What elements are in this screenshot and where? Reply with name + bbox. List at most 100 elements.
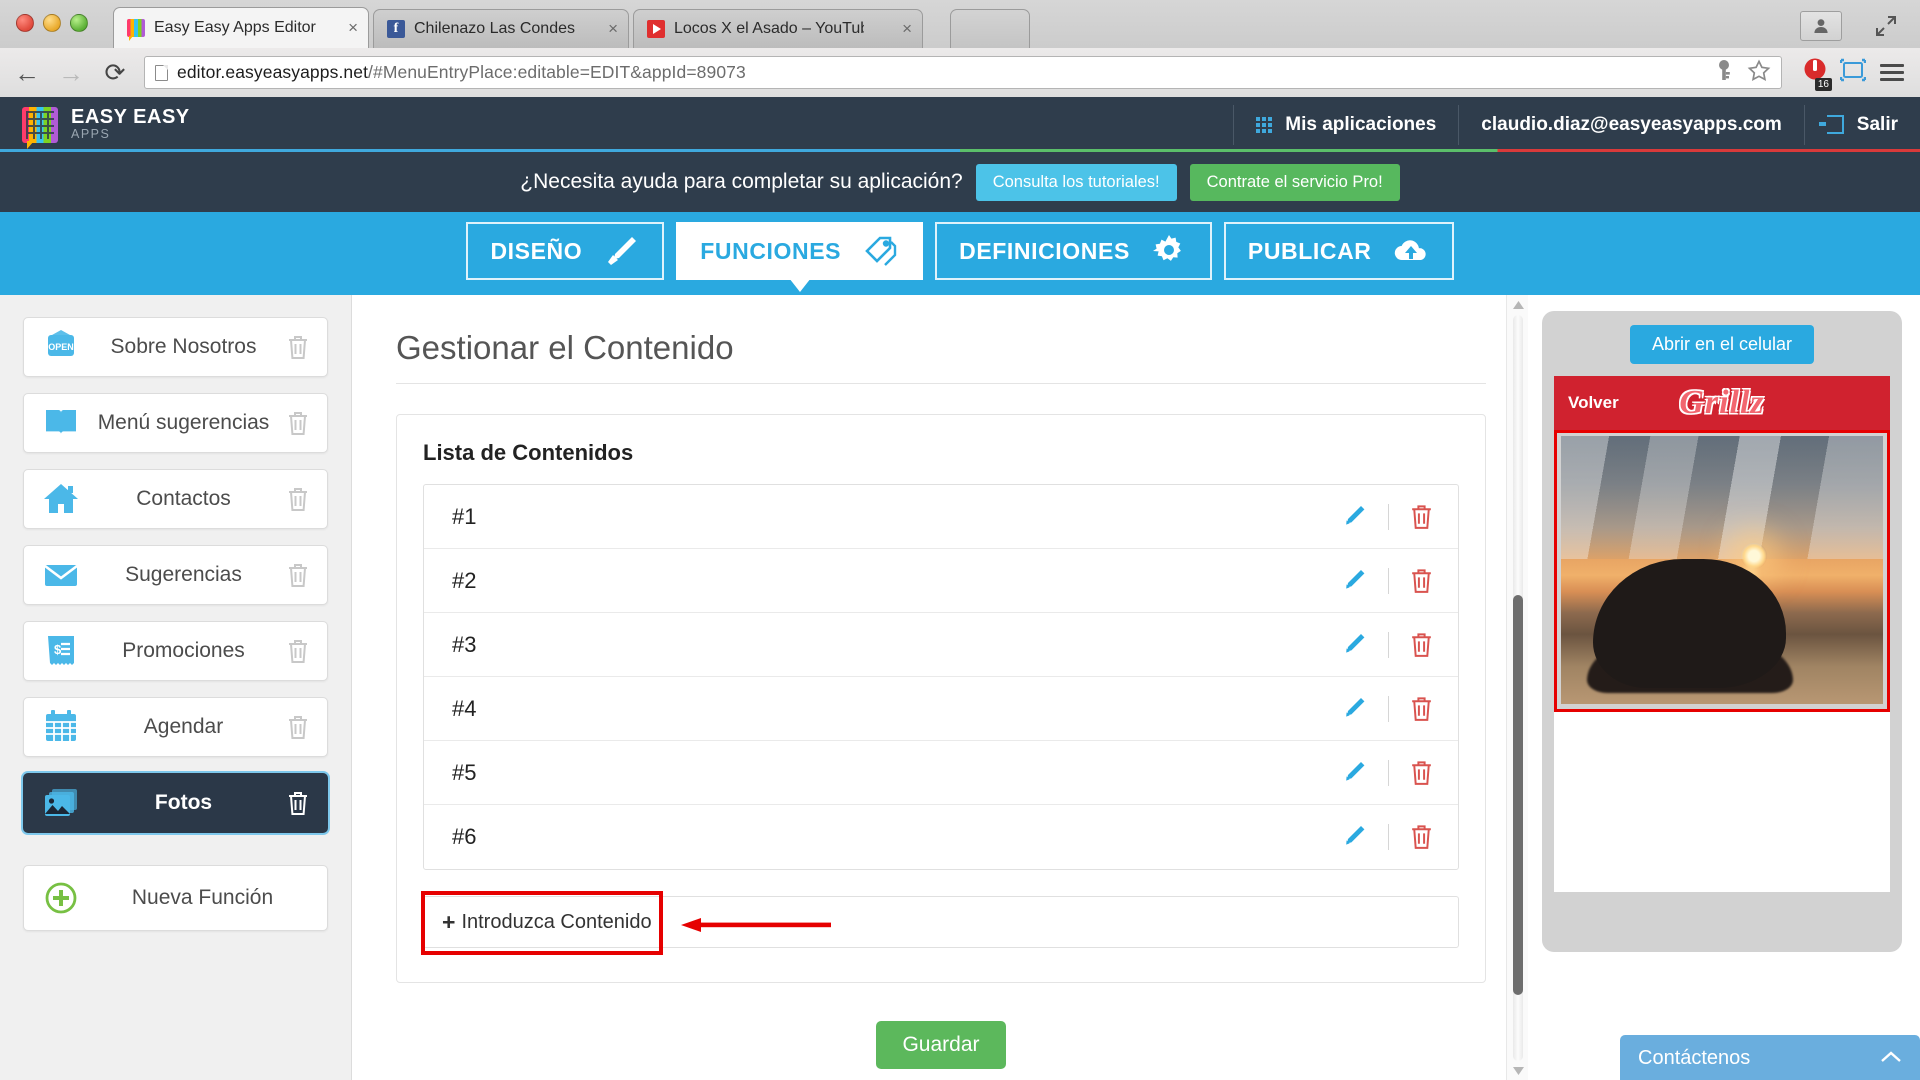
sidebar-item-promociones[interactable]: $ Promociones: [23, 621, 328, 681]
browser-tab-2[interactable]: f Chilenazo Las Condes ×: [373, 9, 629, 48]
divider: [1388, 759, 1389, 786]
sidebar-item-label: Fotos: [154, 791, 213, 814]
table-row[interactable]: #5: [424, 741, 1458, 805]
table-row[interactable]: #6: [424, 805, 1458, 869]
delete-icon[interactable]: [1409, 823, 1434, 851]
row-label: #3: [452, 631, 477, 657]
minimize-window-button[interactable]: [43, 14, 61, 32]
sidebar-item-label: Sugerencias: [125, 563, 242, 586]
row-label: #5: [452, 759, 477, 785]
browser-tabstrip: Easy Easy Apps Editor × f Chilenazo Las …: [0, 0, 1920, 48]
close-icon[interactable]: ×: [336, 18, 358, 38]
tab-publicar[interactable]: PUBLICAR: [1223, 222, 1454, 280]
annotation-arrow-icon: [681, 918, 831, 932]
delete-icon[interactable]: [1409, 759, 1434, 787]
delete-icon[interactable]: [286, 714, 310, 741]
new-tab-button[interactable]: [950, 9, 1030, 48]
sidebar-item-sugerencias[interactable]: Sugerencias: [23, 545, 328, 605]
edit-icon[interactable]: [1338, 694, 1368, 724]
content-list: #1 #2 #3 #4 #5 #6: [423, 484, 1459, 870]
edit-icon[interactable]: [1338, 822, 1368, 852]
close-window-button[interactable]: [16, 14, 34, 32]
edit-icon[interactable]: [1338, 502, 1368, 532]
my-applications-link[interactable]: Mis aplicaciones: [1234, 97, 1458, 152]
sidebar-item-menu-sugerencias[interactable]: Menú sugerencias: [23, 393, 328, 453]
profile-avatar-icon[interactable]: [1800, 11, 1842, 41]
contact-chat-widget[interactable]: Contáctenos: [1620, 1035, 1920, 1080]
chevron-up-icon[interactable]: [1880, 1047, 1902, 1070]
add-content-area: + Introduzca Contenido: [421, 891, 1459, 955]
divider: [1388, 503, 1389, 530]
paintbrush-icon: [602, 234, 640, 268]
tab-label: PUBLICAR: [1247, 237, 1372, 264]
scrollbar-thumb[interactable]: [1513, 595, 1523, 995]
photos-icon: [41, 784, 81, 822]
close-icon[interactable]: ×: [890, 19, 912, 39]
header-accent-bar: [0, 149, 1920, 152]
tab-funciones[interactable]: FUNCIONES: [676, 222, 924, 292]
close-icon[interactable]: ×: [596, 19, 618, 39]
sidebar-item-fotos[interactable]: Fotos: [23, 773, 328, 833]
cloud-upload-icon: [1392, 234, 1430, 268]
delete-icon[interactable]: [1409, 631, 1434, 659]
delete-icon[interactable]: [1409, 503, 1434, 531]
delete-icon[interactable]: [1409, 567, 1434, 595]
delete-icon[interactable]: [286, 562, 310, 589]
new-function-button[interactable]: Nueva Función: [23, 865, 328, 931]
browser-menu-icon[interactable]: [1880, 64, 1904, 81]
account-email[interactable]: claudio.diaz@easyeasyapps.com: [1459, 97, 1804, 152]
edit-icon[interactable]: [1338, 566, 1368, 596]
delete-icon[interactable]: [286, 638, 310, 665]
tab-diseno[interactable]: DISEÑO: [466, 222, 665, 280]
browser-tab-1[interactable]: Easy Easy Apps Editor ×: [113, 7, 369, 48]
browser-chrome: Easy Easy Apps Editor × f Chilenazo Las …: [0, 0, 1920, 97]
brand-logo-area[interactable]: EASY EASY APPS: [0, 105, 190, 149]
mobile-preview-panel: Abrir en el celular Volver Grillz Contác…: [1528, 295, 1920, 1080]
logout-button[interactable]: Salir: [1805, 97, 1920, 152]
tab-definiciones[interactable]: DEFINICIONES: [935, 222, 1212, 280]
easyeasy-icon: [127, 19, 145, 41]
delete-icon[interactable]: [286, 790, 310, 817]
delete-icon[interactable]: [286, 486, 310, 513]
back-button[interactable]: ←: [10, 56, 44, 90]
table-row[interactable]: #3: [424, 613, 1458, 677]
bookmark-star-icon[interactable]: [1747, 58, 1771, 87]
pro-service-button[interactable]: Contrate el servicio Pro!: [1189, 163, 1400, 201]
sidebar-item-contactos[interactable]: Contactos: [23, 469, 328, 529]
delete-icon[interactable]: [286, 410, 310, 437]
address-bar[interactable]: editor.easyeasyapps.net/#MenuEntryPlace:…: [144, 56, 1782, 89]
table-row[interactable]: #2: [424, 549, 1458, 613]
brand-name: EASY EASY: [71, 105, 190, 128]
tab-label: FUNCIONES: [700, 237, 842, 264]
sidebar-item-agendar[interactable]: Agendar: [23, 697, 328, 757]
functions-sidebar: OPEN Sobre Nosotros Menú sugerencias Con…: [0, 295, 352, 1080]
add-content-button[interactable]: + Introduzca Contenido: [423, 896, 1459, 948]
sidebar-item-sobre-nosotros[interactable]: OPEN Sobre Nosotros: [23, 317, 328, 377]
key-icon[interactable]: [1714, 59, 1734, 86]
fullscreen-icon[interactable]: [1872, 13, 1900, 39]
vertical-scrollbar[interactable]: [1506, 295, 1528, 1080]
gear-icon: [1150, 234, 1188, 268]
edit-icon[interactable]: [1338, 758, 1368, 788]
grid-icon: [1256, 116, 1273, 133]
scroll-up-arrow-icon[interactable]: [1507, 295, 1528, 315]
reload-icon[interactable]: ⟳: [100, 58, 130, 88]
forward-button[interactable]: →: [54, 56, 88, 90]
tutorials-button[interactable]: Consulta los tutoriales!: [975, 163, 1177, 201]
screenshot-icon[interactable]: [1839, 58, 1867, 87]
delete-icon[interactable]: [1409, 695, 1434, 723]
annotation-highlight-box: [1554, 430, 1890, 712]
table-row[interactable]: #4: [424, 677, 1458, 741]
save-button[interactable]: Guardar: [876, 1021, 1006, 1069]
open-on-mobile-button[interactable]: Abrir en el celular: [1629, 325, 1815, 364]
browser-tab-3[interactable]: Locos X el Asado – YouTub ×: [633, 9, 923, 48]
app-logo-text: Grillz: [1679, 384, 1765, 421]
adblock-icon[interactable]: 16: [1802, 57, 1832, 91]
table-row[interactable]: #1: [424, 485, 1458, 549]
maximize-window-button[interactable]: [70, 14, 88, 32]
new-function-label: Nueva Función: [131, 886, 274, 909]
delete-icon[interactable]: [286, 334, 310, 361]
window-controls[interactable]: [16, 14, 88, 32]
scroll-down-arrow-icon[interactable]: [1507, 1061, 1528, 1080]
edit-icon[interactable]: [1338, 630, 1368, 660]
